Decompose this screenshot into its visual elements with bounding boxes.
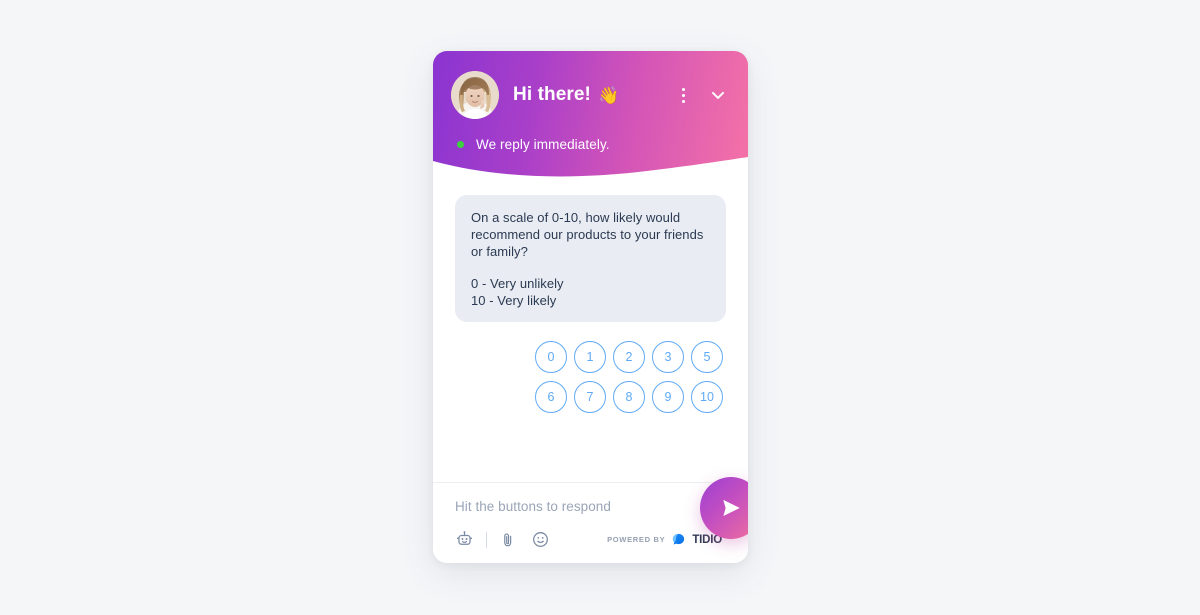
rating-button[interactable]: 8 <box>613 381 645 413</box>
chat-composer: Hit the buttons to respond POWERED BY TI… <box>433 477 748 563</box>
message-legend-low: 0 - Very unlikely <box>471 276 564 291</box>
rating-button[interactable]: 9 <box>652 381 684 413</box>
header-wave-divider <box>433 157 748 181</box>
avatar <box>451 71 499 119</box>
rating-button[interactable]: 2 <box>613 341 645 373</box>
chat-message-area: On a scale of 0-10, how likely would rec… <box>433 181 748 482</box>
bot-icon[interactable] <box>455 530 474 549</box>
rating-button[interactable]: 0 <box>535 341 567 373</box>
rating-options: 0 1 2 3 5 6 7 8 9 10 <box>455 341 726 413</box>
rating-button[interactable]: 6 <box>535 381 567 413</box>
rating-button[interactable]: 7 <box>574 381 606 413</box>
dot <box>681 93 685 97</box>
composer-toolbar: POWERED BY TIDIO <box>455 530 726 549</box>
send-paper-plane-icon <box>723 499 740 517</box>
rating-button[interactable]: 10 <box>691 381 723 413</box>
waving-hand-icon: 👋 <box>597 85 620 105</box>
chevron-down-icon[interactable] <box>708 85 728 105</box>
vertical-dots-icon[interactable] <box>674 86 692 104</box>
chat-header-actions <box>674 85 730 105</box>
rating-button[interactable]: 1 <box>574 341 606 373</box>
message-question: On a scale of 0-10, how likely would rec… <box>471 210 704 259</box>
dot <box>681 87 685 91</box>
status-text: We reply immediately. <box>476 137 610 152</box>
powered-by-label: POWERED BY <box>607 535 666 544</box>
status-dot <box>457 141 464 148</box>
toolbar-divider <box>486 531 487 548</box>
message-legend-high: 10 - Very likely <box>471 293 557 308</box>
bot-message-bubble: On a scale of 0-10, how likely would rec… <box>455 195 726 322</box>
rating-button[interactable]: 3 <box>652 341 684 373</box>
availability-status: We reply immediately. <box>433 123 748 152</box>
powered-by-badge[interactable]: POWERED BY TIDIO <box>607 532 726 547</box>
attachment-paperclip-icon[interactable] <box>499 531 517 549</box>
chat-widget: Hi there! 👋 We reply immediately. On a s… <box>433 51 748 563</box>
dot <box>681 99 685 103</box>
chat-header: Hi there! 👋 We reply immediately. <box>433 51 748 181</box>
rating-button[interactable]: 5 <box>691 341 723 373</box>
chat-header-title: Hi there! 👋 <box>513 84 619 106</box>
chat-header-title-text: Hi there! <box>513 84 591 105</box>
rating-row: 0 1 2 3 5 <box>535 341 723 373</box>
tidio-logo-icon <box>673 533 685 545</box>
emoji-smiley-icon[interactable] <box>531 530 550 549</box>
chat-header-top-row: Hi there! 👋 <box>433 51 748 123</box>
rating-row: 6 7 8 9 10 <box>535 381 723 413</box>
message-input[interactable]: Hit the buttons to respond <box>455 499 726 530</box>
